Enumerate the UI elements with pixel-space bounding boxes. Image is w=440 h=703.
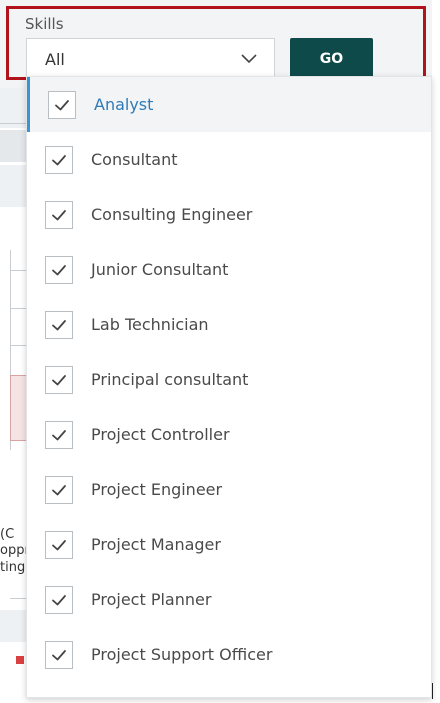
checkmark-icon: [52, 264, 66, 275]
checkmark-icon: [52, 319, 66, 330]
checkmark-icon: [52, 649, 66, 660]
skill-option[interactable]: Principal consultant: [27, 352, 431, 407]
background-text: (C: [0, 527, 15, 542]
skill-option-label: Consulting Engineer: [91, 205, 253, 224]
skill-option-label: Project Engineer: [91, 480, 223, 499]
skill-checkbox[interactable]: [45, 475, 73, 504]
skill-option-label: Principal consultant: [91, 370, 249, 389]
skill-checkbox[interactable]: [45, 310, 73, 339]
background-band: [0, 610, 26, 642]
background-band: [0, 88, 26, 128]
skill-option[interactable]: Project Planner: [27, 572, 431, 627]
background-divider: [10, 345, 26, 346]
background-divider: [0, 123, 26, 124]
background-divider: [10, 270, 26, 271]
checkmark-icon: [52, 594, 66, 605]
background-divider: [10, 598, 26, 599]
checkmark-icon: [52, 374, 66, 385]
background-band: [0, 130, 26, 162]
skill-checkbox[interactable]: [45, 420, 73, 449]
skill-option[interactable]: Project Engineer: [27, 462, 431, 517]
skill-checkbox[interactable]: [45, 365, 73, 394]
skill-option[interactable]: Project Controller: [27, 407, 431, 462]
skill-option-label: Analyst: [94, 95, 154, 114]
flag-icon: [16, 656, 24, 664]
skill-option-label: Consultant: [91, 150, 178, 169]
skill-option[interactable]: Project Manager: [27, 517, 431, 572]
text-cursor: [432, 683, 433, 699]
background-band: [0, 165, 26, 207]
highlight-frame: [6, 6, 426, 80]
checkmark-icon: [52, 429, 66, 440]
checkmark-icon: [55, 99, 69, 110]
checkmark-icon: [52, 154, 66, 165]
skills-filter-bar: Skills All GO: [0, 0, 432, 88]
checkmark-icon: [52, 209, 66, 220]
skill-checkbox[interactable]: [45, 585, 73, 614]
skill-checkbox[interactable]: [45, 145, 73, 174]
skill-option[interactable]: Junior Consultant: [27, 242, 431, 297]
checkmark-icon: [52, 539, 66, 550]
skill-option-label: Lab Technician: [91, 315, 209, 334]
background-text: ting: [0, 560, 26, 575]
skill-checkbox[interactable]: [45, 640, 73, 669]
skill-checkbox[interactable]: [45, 255, 73, 284]
skill-option[interactable]: Consultant: [27, 132, 431, 187]
skills-dropdown-list: Analyst Consultant Consulting Engineer Juni…: [26, 76, 432, 698]
skill-checkbox[interactable]: [45, 200, 73, 229]
skill-option-label: Junior Consultant: [91, 260, 229, 279]
skill-option-label: Project Manager: [91, 535, 221, 554]
skill-option[interactable]: Project Support Officer: [27, 627, 431, 682]
skill-option-label: Project Support Officer: [91, 645, 273, 664]
skill-option[interactable]: Analyst: [27, 77, 431, 132]
background-divider: [10, 308, 26, 309]
skill-option-label: Project Controller: [91, 425, 230, 444]
skill-option[interactable]: Lab Technician: [27, 297, 431, 352]
skill-checkbox[interactable]: [48, 90, 76, 119]
skill-checkbox[interactable]: [45, 530, 73, 559]
checkmark-icon: [52, 484, 66, 495]
skill-option[interactable]: Consulting Engineer: [27, 187, 431, 242]
skill-option-label: Project Planner: [91, 590, 212, 609]
